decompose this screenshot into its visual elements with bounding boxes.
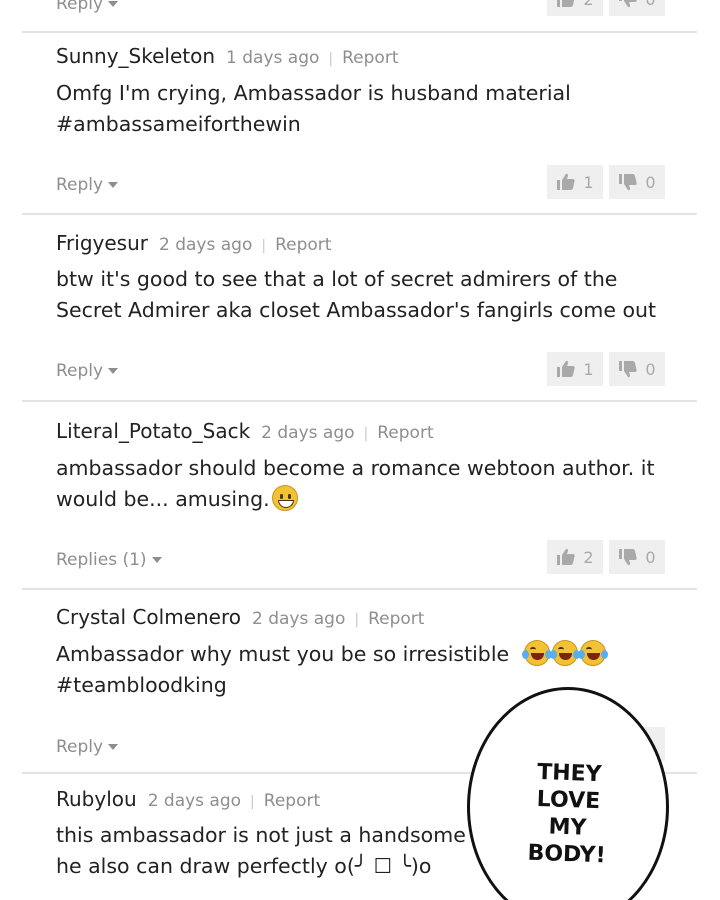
comment-time: 2 days ago [261,423,355,443]
divider-bar: | [250,794,255,810]
reply-label: Replies (1) [56,550,147,570]
reply-label: Reply [56,0,104,14]
comment-author[interactable]: Rubylou [56,787,137,811]
like-button[interactable]: 2 [547,540,603,574]
reply-label: Reply [56,175,104,195]
reply-label: Reply [56,361,104,381]
dislike-count: 0 [645,172,656,192]
comment-body: btw it's good to see that a lot of secre… [56,264,676,326]
speech-bubble: THEY LOVE MY BODY! [467,687,669,900]
comment-author[interactable]: Literal_Potato_Sack [56,419,250,443]
like-button[interactable]: 1 [547,352,603,386]
caret-down-icon [151,557,162,563]
thumbs-down-icon [618,0,638,9]
caret-down-icon [108,182,119,188]
divider [22,588,697,590]
caret-down-icon [108,1,119,7]
reply-label: Reply [56,737,104,757]
tears-of-joy-icon [521,640,552,666]
thumbs-up-icon [556,172,576,192]
divider [22,31,697,33]
grinning-face-icon [271,485,298,511]
divider-bar: | [261,238,267,254]
like-count: 2 [583,547,594,567]
replies-dropdown[interactable]: Replies (1) [56,550,162,570]
report-link[interactable]: Report [275,235,331,255]
like-count: 1 [583,172,594,192]
comment-line-with-emoji: Ambassador why must you be so irresistib… [56,639,676,670]
like-count: 2 [583,0,593,9]
reply-dropdown[interactable]: Reply [56,175,119,195]
comment-line: btw it's good to see that a lot of secre… [56,267,618,291]
comment-line: Ambassador why must you be so irresistib… [56,642,510,666]
dislike-count: 0 [645,547,656,567]
comment-time: 1 days ago [226,48,320,68]
dislike-button[interactable]: 0 [609,352,665,386]
report-link[interactable]: Report [342,48,398,68]
like-button[interactable]: 2 [547,0,603,16]
dislike-button[interactable]: 0 [609,165,665,199]
dislike-count: 0 [645,359,656,379]
divider-bar: | [354,612,360,628]
thumbs-down-icon [618,172,638,192]
reply-dropdown[interactable]: Reply [56,737,119,757]
caret-down-icon [108,368,119,374]
report-link[interactable]: Report [377,423,433,443]
caret-down-icon [108,744,119,750]
thumbs-up-icon [556,547,576,567]
comment-time: 2 days ago [158,235,253,255]
speech-bubble-text: THEY LOVE MY BODY! [468,757,668,872]
thumbs-up-icon [556,0,576,9]
comment-author[interactable]: Sunny_Skeleton [56,44,215,68]
divider [22,400,697,402]
comment-line: ambassador should become a romance webto… [56,456,655,480]
thumbs-down-icon [618,359,638,379]
dislike-button[interactable]: 0 [609,540,665,574]
comment-line: #ambassameiforthewin [56,112,301,136]
tears-of-joy-icon [549,640,580,666]
comment-time: 2 days ago [252,609,346,629]
tears-of-joy-icon [577,640,608,666]
report-link[interactable]: Report [368,609,424,629]
divider [22,213,697,215]
divider-bar: | [328,51,334,67]
divider-bar: | [363,426,369,442]
comment-line: would be... amusing. [56,487,270,511]
comment-line: Omfg I'm crying, Ambassador is husband m… [56,81,571,105]
like-count: 1 [583,359,594,379]
comment-time: 2 days ago [147,791,242,811]
dislike-count: 0 [645,0,655,9]
comment-line: Secret Admirer aka closet Ambassador's f… [56,298,657,322]
thumbs-up-icon [556,359,576,379]
comment-line-with-emoji: would be... amusing. [56,484,676,515]
comment-body: Omfg I'm crying, Ambassador is husband m… [56,78,676,140]
comment-author[interactable]: Frigyesur [56,231,148,255]
like-button[interactable]: 1 [547,165,603,199]
report-link[interactable]: Report [264,791,320,811]
dislike-button[interactable]: 0 [609,0,665,16]
bubble-line: BODY! [527,840,607,869]
reply-dropdown[interactable]: Reply [56,361,119,381]
comment-body: ambassador should become a romance webto… [56,453,676,515]
reply-dropdown[interactable]: Reply [56,0,119,14]
comment-author[interactable]: Crystal Colmenero [56,605,241,629]
thumbs-down-icon [618,547,638,567]
